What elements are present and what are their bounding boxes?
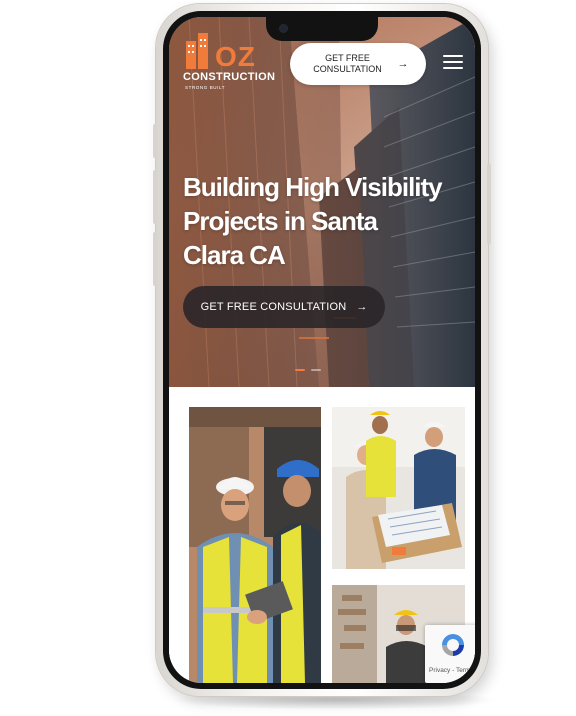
volume-button (153, 124, 157, 158)
recaptcha-icon (442, 634, 464, 656)
phone-frame: OZ CONSTRUCTION STRONG BUILT GET FREE CO… (153, 4, 491, 696)
slide-dot-active[interactable] (295, 369, 305, 371)
hero-cta-label: GET FREE CONSULTATION (200, 301, 347, 313)
header-cta-label: GET FREE CONSULTATION (313, 53, 382, 74)
slide-dot[interactable] (311, 369, 321, 371)
recaptcha-badge[interactable]: Privacy - Terms (425, 625, 475, 683)
header-consultation-button[interactable]: GET FREE CONSULTATION → (290, 43, 426, 85)
gallery-section: Privacy - Terms (169, 387, 475, 683)
team-reviewing-blueprints-photo (332, 407, 465, 569)
building-logo-icon (186, 33, 208, 69)
logo-tagline: STRONG BUILT (185, 85, 226, 90)
hero-title: Building High Visibility Projects in San… (183, 172, 443, 271)
arrow-right-icon: → (356, 301, 368, 313)
hero-consultation-button[interactable]: GET FREE CONSULTATION → (183, 286, 385, 328)
two-workers-handshake-photo (189, 407, 321, 683)
phone-screen: OZ CONSTRUCTION STRONG BUILT GET FREE CO… (169, 17, 475, 683)
hamburger-menu-icon[interactable] (443, 55, 463, 71)
power-button (487, 164, 491, 244)
phone-notch (266, 17, 378, 41)
logo-wordmark: CONSTRUCTION (183, 71, 276, 83)
recaptcha-links[interactable]: Privacy - Terms (429, 667, 474, 674)
hero-section: OZ CONSTRUCTION STRONG BUILT GET FREE CO… (169, 17, 475, 387)
company-logo[interactable]: OZ CONSTRUCTION STRONG BUILT (181, 29, 275, 91)
phone-bezel: OZ CONSTRUCTION STRONG BUILT GET FREE CO… (163, 11, 481, 689)
logo-text: OZ (215, 41, 256, 72)
front-camera (280, 25, 287, 32)
slider-pagination (295, 369, 321, 371)
volume-button (153, 232, 157, 286)
volume-button (153, 170, 157, 224)
arrow-right-icon: → (397, 58, 409, 70)
